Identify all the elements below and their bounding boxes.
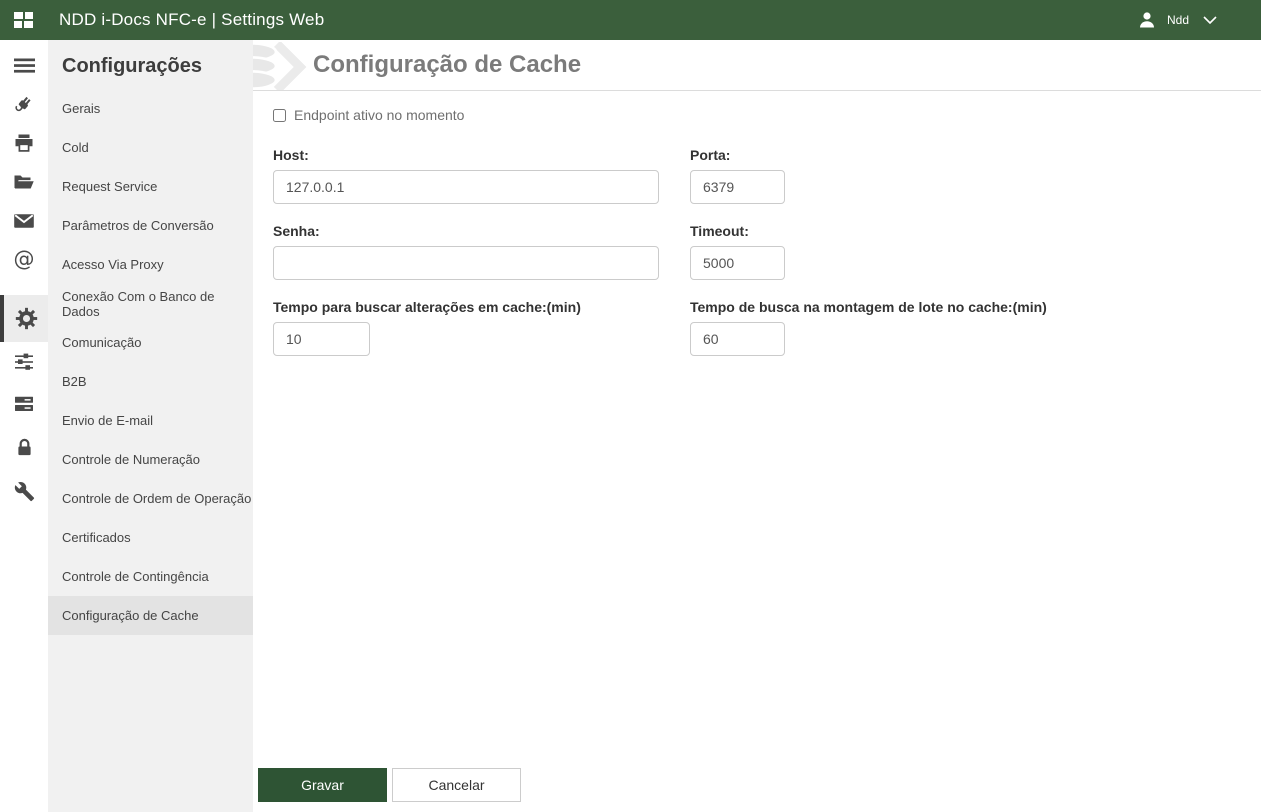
- endpoint-active-label: Endpoint ativo no momento: [294, 107, 465, 123]
- tempo-buscar-input[interactable]: [273, 322, 370, 356]
- sidebar-item-controle-ordem-operacao[interactable]: Controle de Ordem de Operação: [48, 479, 253, 518]
- rail-item-server[interactable]: [0, 384, 48, 424]
- host-field-group: Host:: [273, 147, 690, 204]
- tempo-buscar-field-group: Tempo para buscar alterações em cache:(m…: [273, 299, 690, 356]
- icon-rail: @: [0, 40, 48, 812]
- timeout-label: Timeout:: [690, 223, 749, 239]
- svg-text:@: @: [14, 248, 35, 271]
- save-button[interactable]: Gravar: [258, 768, 387, 802]
- at-sign-icon: @: [14, 248, 35, 271]
- wrench-icon: [14, 481, 34, 501]
- timeout-field-group: Timeout:: [690, 223, 1261, 280]
- page-title: Configuração de Cache: [313, 51, 582, 78]
- endpoint-active-checkbox[interactable]: [273, 108, 286, 122]
- senha-label: Senha:: [273, 223, 320, 239]
- gear-icon: [15, 307, 37, 330]
- page-header: Configuração de Cache: [253, 40, 1261, 91]
- hamburger-menu-icon: [13, 58, 35, 73]
- sidebar-item-certificados[interactable]: Certificados: [48, 518, 253, 557]
- porta-label: Porta:: [690, 147, 731, 163]
- rail-item-lock[interactable]: [0, 427, 48, 467]
- rail-item-printer[interactable]: [0, 123, 48, 163]
- tempo-busca-lote-label: Tempo de busca na montagem de lote no ca…: [690, 299, 1047, 315]
- chevron-down-icon: [1203, 16, 1217, 24]
- sidebar-item-comunicacao[interactable]: Comunicação: [48, 323, 253, 362]
- sidebar-item-parametros-conversao[interactable]: Parâmetros de Conversão: [48, 206, 253, 245]
- sidebar-item-gerais[interactable]: Gerais: [48, 89, 253, 128]
- rail-item-envelope[interactable]: [0, 201, 48, 241]
- sidebar: Configurações Gerais Cold Request Servic…: [48, 40, 253, 812]
- rail-item-folder[interactable]: [0, 162, 48, 202]
- form-footer: Gravar Cancelar: [253, 768, 1261, 812]
- cache-config-form: Endpoint ativo no momento Host: Porta: S…: [253, 91, 1261, 356]
- printer-icon: [15, 134, 33, 152]
- topbar: NDD i-Docs NFC-e | Settings Web Ndd: [0, 0, 1261, 40]
- senha-field-group: Senha:: [273, 223, 690, 280]
- sidebar-item-configuracao-cache[interactable]: Configuração de Cache: [48, 596, 253, 635]
- app-logo-icon: [14, 12, 33, 28]
- host-input[interactable]: [273, 170, 659, 204]
- rail-item-tools[interactable]: [0, 471, 48, 511]
- porta-input[interactable]: [690, 170, 785, 204]
- sidebar-item-conexao-banco-dados[interactable]: Conexão Com o Banco de Dados: [48, 284, 253, 323]
- rail-item-plug[interactable]: [0, 84, 48, 124]
- envelope-icon: [14, 214, 34, 228]
- sliders-icon: [15, 353, 33, 370]
- database-watermark-icon: [253, 42, 307, 90]
- rail-item-sliders[interactable]: [0, 342, 48, 382]
- sidebar-title: Configurações: [62, 55, 203, 77]
- rail-item-menu[interactable]: [0, 45, 48, 85]
- lock-icon: [17, 438, 31, 455]
- sidebar-item-b2b[interactable]: B2B: [48, 362, 253, 401]
- rail-item-settings[interactable]: [0, 295, 48, 342]
- app-title: NDD i-Docs NFC-e | Settings Web: [59, 10, 325, 29]
- plug-icon: [15, 96, 31, 112]
- user-name: Ndd: [1166, 13, 1189, 27]
- tempo-buscar-label: Tempo para buscar alterações em cache:(m…: [273, 299, 581, 315]
- cancel-button[interactable]: Cancelar: [392, 768, 521, 802]
- tempo-busca-lote-input[interactable]: [690, 322, 785, 356]
- main-content: Configuração de Cache Endpoint ativo no …: [253, 40, 1261, 812]
- server-icon: [15, 396, 33, 411]
- folder-open-icon: [14, 175, 34, 189]
- sidebar-item-cold[interactable]: Cold: [48, 128, 253, 167]
- timeout-input[interactable]: [690, 246, 785, 280]
- user-icon: [1139, 12, 1154, 28]
- tempo-busca-lote-field-group: Tempo de busca na montagem de lote no ca…: [690, 299, 1261, 356]
- sidebar-item-controle-contingencia[interactable]: Controle de Contingência: [48, 557, 253, 596]
- senha-input[interactable]: [273, 246, 659, 280]
- rail-item-at[interactable]: @: [0, 240, 48, 280]
- host-label: Host:: [273, 147, 309, 163]
- sidebar-item-request-service[interactable]: Request Service: [48, 167, 253, 206]
- porta-field-group: Porta:: [690, 147, 1261, 204]
- sidebar-item-envio-email[interactable]: Envio de E-mail: [48, 401, 253, 440]
- sidebar-item-controle-numeracao[interactable]: Controle de Numeração: [48, 440, 253, 479]
- user-menu[interactable]: Ndd: [1137, 10, 1261, 30]
- sidebar-item-acesso-via-proxy[interactable]: Acesso Via Proxy: [48, 245, 253, 284]
